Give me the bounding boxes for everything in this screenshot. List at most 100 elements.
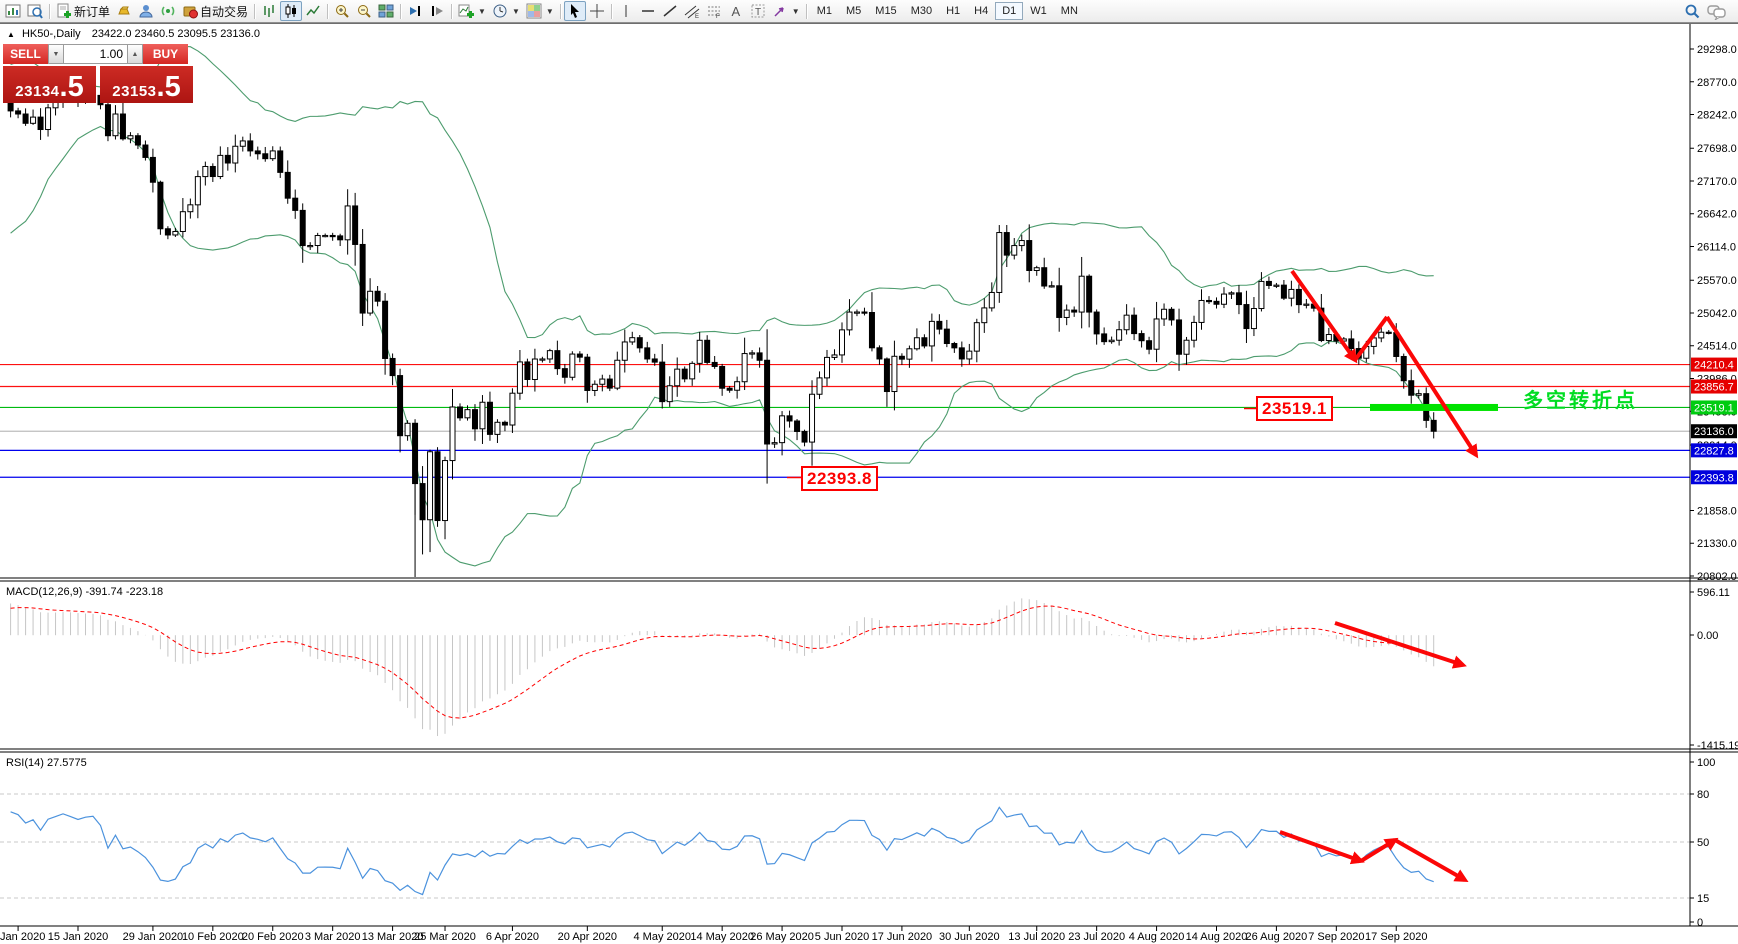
mt4-window: 29298.0 28770.0 28242.0 27698.0 27170.0 26642…: [0, 0, 1738, 944]
date-tick: 15 Jan 2020: [48, 931, 109, 943]
tab-h1[interactable]: H1: [939, 2, 967, 20]
date-tick: 7 Sep 2020: [1308, 931, 1364, 943]
price-label-annotation-23519[interactable]: 23519.1: [1256, 396, 1333, 421]
zoom-in-button[interactable]: [331, 1, 353, 21]
date-tick: 13 Jul 2020: [1008, 931, 1065, 943]
gold-button[interactable]: [113, 1, 135, 21]
line-chart-button[interactable]: [302, 1, 324, 21]
ohlc-values: 23422.0 23460.5 23095.5 23136.0: [91, 28, 260, 40]
sell-button[interactable]: SELL: [3, 44, 48, 64]
zoom-in-icon: [336, 5, 349, 18]
bollinger-lower: [10, 125, 1435, 567]
chart-profiles-button[interactable]: [24, 1, 46, 21]
horizontal-line-button[interactable]: [637, 1, 659, 21]
autotrading-label: 自动交易: [200, 4, 249, 19]
new-order-button[interactable]: 新订单: [53, 1, 113, 21]
trendline-button[interactable]: [659, 1, 681, 21]
periods-button[interactable]: ▼: [489, 1, 523, 21]
gold-ingot-icon: [118, 6, 130, 15]
tab-h4[interactable]: H4: [967, 2, 995, 20]
price-tick: 24514.0: [1697, 341, 1737, 353]
arrows-button[interactable]: ▼: [769, 1, 803, 21]
buy-price: 23153: [112, 83, 157, 100]
chart-shift-button[interactable]: [426, 1, 448, 21]
caret-up-icon: ▲: [131, 50, 139, 58]
horizontal-line-icon: [641, 10, 654, 12]
price-tick: 26114.0: [1697, 242, 1736, 254]
equidistant-channel-button[interactable]: E: [681, 1, 703, 21]
fibonacci-button[interactable]: F: [703, 1, 725, 21]
buy-price-panel[interactable]: 23153.5: [100, 66, 193, 103]
text-a-icon: A: [731, 3, 741, 19]
crosshair-icon: [589, 4, 604, 18]
macd-name: MACD(12,26,9): [6, 586, 83, 598]
vertical-line-button[interactable]: [615, 1, 637, 21]
svg-text:23856.7: 23856.7: [1694, 382, 1734, 394]
text-label-button[interactable]: T: [747, 1, 769, 21]
volume-input[interactable]: [64, 44, 127, 64]
chevron-down-icon: ▼: [545, 6, 554, 16]
volume-decrease-button[interactable]: ▼: [48, 44, 64, 64]
price-tick: 27170.0: [1697, 176, 1737, 188]
trend-arrow: [1290, 269, 1358, 364]
vertical-line-icon: [625, 5, 627, 17]
rsi-value: 27.5775: [46, 757, 87, 769]
signals-icon: [161, 6, 175, 16]
svg-text:23136.0: 23136.0: [1694, 426, 1734, 438]
volume-increase-button[interactable]: ▲: [127, 44, 143, 64]
tab-d1[interactable]: D1: [995, 2, 1024, 20]
buy-button[interactable]: BUY: [143, 44, 188, 64]
crosshair-button[interactable]: [586, 1, 608, 21]
cursor-button[interactable]: [563, 1, 586, 21]
date-tick: 17 Jun 2020: [872, 931, 933, 943]
zoom-out-button[interactable]: [353, 1, 375, 21]
profiles-icon: [27, 4, 43, 19]
search-button[interactable]: [1681, 1, 1704, 21]
community-button[interactable]: [135, 1, 157, 21]
templates-button[interactable]: ▼: [523, 1, 557, 21]
trendline-icon: [663, 5, 677, 17]
candlestick-chart-button[interactable]: [280, 1, 303, 21]
svg-text:50: 50: [1697, 837, 1709, 849]
tab-w1[interactable]: W1: [1023, 2, 1054, 20]
text-button[interactable]: A: [725, 1, 747, 21]
new-chart-button[interactable]: [2, 1, 24, 21]
chevron-down-icon: ▼: [511, 6, 520, 16]
buy-price-fraction: .5: [156, 71, 181, 104]
tile-windows-button[interactable]: [375, 1, 397, 21]
bollinger-bands: [10, 45, 1435, 567]
date-tick: 5 Jun 2020: [815, 931, 869, 943]
macd-indicator: [10, 598, 1435, 737]
templates-icon: [526, 3, 542, 19]
autotrading-icon: [183, 6, 199, 19]
price-tick: 25042.0: [1697, 308, 1737, 320]
bar-chart-icon: [264, 5, 274, 17]
date-tick: 4 May 2020: [633, 931, 690, 943]
turning-point-annotation[interactable]: 多空转折点: [1523, 384, 1638, 413]
one-click-trading-widget: SELL ▼ ▲ BUY 23134.5 23153.5: [3, 44, 193, 103]
tab-m1[interactable]: M1: [810, 2, 839, 20]
bar-chart-button[interactable]: [258, 1, 280, 21]
fibonacci-icon: F: [707, 6, 720, 19]
indicators-button[interactable]: ▼: [455, 1, 489, 21]
tab-m15[interactable]: M15: [868, 2, 903, 20]
macd-signal-value: -223.18: [125, 586, 164, 598]
price-label-annotation-22393[interactable]: 22393.8: [801, 466, 878, 491]
collapse-arrow-icon[interactable]: ▲: [7, 30, 15, 39]
svg-text:80: 80: [1697, 789, 1709, 801]
tab-m5[interactable]: M5: [839, 2, 868, 20]
rsi-window-label: RSI(14) 27.5775: [6, 757, 87, 769]
autotrading-button[interactable]: 自动交易: [179, 1, 251, 21]
sell-price-panel[interactable]: 23134.5: [3, 66, 96, 103]
tab-mn[interactable]: MN: [1054, 2, 1085, 20]
trend-arrow: [1334, 621, 1467, 669]
signals-button[interactable]: [157, 1, 179, 21]
svg-text:T: T: [755, 7, 761, 18]
price-tick: 21330.0: [1697, 538, 1737, 550]
price-tick: 21858.0: [1697, 505, 1737, 517]
price-tick: 26642.0: [1697, 209, 1737, 221]
date-tick: 30 Jun 2020: [939, 931, 1000, 943]
tab-m30[interactable]: M30: [904, 2, 939, 20]
auto-scroll-button[interactable]: [404, 1, 426, 21]
chat-button[interactable]: [1704, 1, 1730, 21]
